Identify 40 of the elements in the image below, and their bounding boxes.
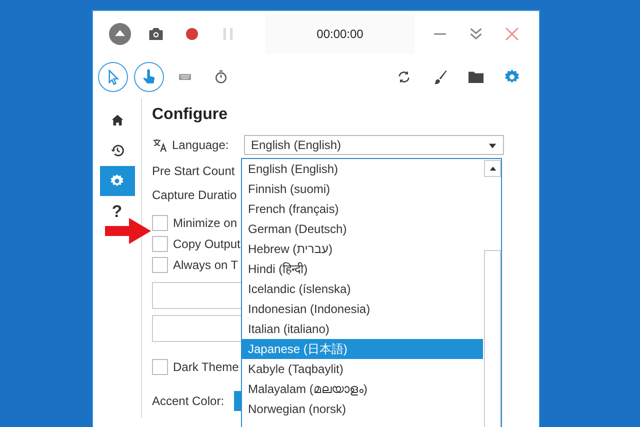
caret-icon — [488, 140, 497, 150]
setting-label: Pre Start Count — [152, 163, 235, 180]
language-dropdown[interactable]: English (English) — [244, 135, 504, 155]
language-option[interactable]: Italian (italiano) — [242, 319, 483, 339]
language-label: Language: — [172, 138, 230, 152]
language-option[interactable]: French (français) — [242, 199, 483, 219]
language-option[interactable]: Indonesian (Indonesia) — [242, 299, 483, 319]
checkbox-label: Copy Output — [173, 236, 240, 250]
language-option[interactable]: Hebrew (עברית) — [242, 239, 483, 259]
checkbox-label: Dark Theme — [173, 360, 239, 374]
language-option[interactable]: Finnish (suomi) — [242, 179, 483, 199]
arrow-icon — [105, 218, 151, 244]
collapse-button[interactable] — [108, 22, 132, 46]
up-arrow-icon — [488, 164, 496, 172]
scroll-up-button[interactable] — [484, 160, 501, 177]
translate-icon — [152, 137, 168, 153]
clicks-toggle[interactable] — [134, 62, 164, 92]
close-button[interactable] — [503, 24, 521, 42]
cursor-toggle[interactable] — [98, 62, 128, 92]
accent-color-label: Accent Color: — [152, 394, 224, 408]
timer-display: 00:00:00 — [265, 14, 415, 54]
language-option[interactable]: German (Deutsch) — [242, 219, 483, 239]
checkbox-label: Minimize on — [173, 216, 238, 230]
checkbox[interactable] — [152, 214, 168, 230]
scrollbar-thumb[interactable] — [484, 250, 501, 427]
setting-label: Capture Duratio — [152, 187, 237, 204]
brush-icon[interactable] — [431, 68, 449, 86]
section-title: Configure — [152, 106, 229, 124]
checkbox[interactable] — [152, 256, 168, 272]
language-option[interactable]: English (English) — [242, 159, 483, 179]
checkbox[interactable] — [152, 358, 168, 374]
language-option[interactable]: Norwegian (norsk) — [242, 399, 483, 419]
language-option[interactable]: Hindi (हिन्दी) — [242, 259, 483, 279]
help-item[interactable]: ? — [100, 198, 134, 226]
checkbox-label: Always on T — [173, 258, 238, 272]
language-option[interactable]: Icelandic (íslenska) — [242, 279, 483, 299]
language-option[interactable]: Kabyle (Taqbaylit) — [242, 359, 483, 379]
checkbox[interactable] — [152, 236, 168, 252]
language-option[interactable]: Malayalam (മലയാളം) — [242, 379, 483, 399]
refresh-icon[interactable] — [396, 69, 412, 85]
